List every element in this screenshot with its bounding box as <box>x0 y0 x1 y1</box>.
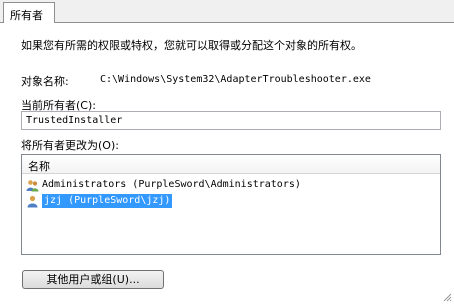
tab-owner[interactable]: 所有者 <box>3 2 55 23</box>
list-column-header[interactable]: 名称 <box>22 155 440 174</box>
list-item-label: Administrators (PurpleSword\Administrato… <box>42 179 301 190</box>
list-item-administrators[interactable]: Administrators (PurpleSword\Administrato… <box>24 178 324 193</box>
owner-panel: 如果您有所需的权限或特权，您就可以取得或分配这个对象的所有权。 对象名称: C:… <box>0 22 454 304</box>
owner-list[interactable]: 名称 Administrators (PurpleSword\Administr… <box>21 154 441 255</box>
user-group-icon <box>26 180 39 192</box>
other-users-or-groups-button[interactable]: 其他用户或组(U)... <box>22 270 164 289</box>
intro-text: 如果您有所需的权限或特权，您就可以取得或分配这个对象的所有权。 <box>21 39 362 52</box>
column-header-name: 名称 <box>28 160 50 173</box>
object-name-value: C:\Windows\System32\AdapterTroubleshoote… <box>100 74 371 85</box>
change-owner-label: 将所有者更改为(O): <box>21 139 119 152</box>
object-name-label: 对象名称: <box>21 75 69 88</box>
tab-strip <box>0 0 454 23</box>
list-item-jzj[interactable]: jzj (PurpleSword\jzj) <box>24 194 324 209</box>
user-icon <box>27 195 38 208</box>
list-item-label: jzj (PurpleSword\jzj) <box>42 194 173 208</box>
current-owner-field: TrustedInstaller <box>21 111 441 130</box>
resize-grip-icon[interactable] <box>442 292 452 302</box>
